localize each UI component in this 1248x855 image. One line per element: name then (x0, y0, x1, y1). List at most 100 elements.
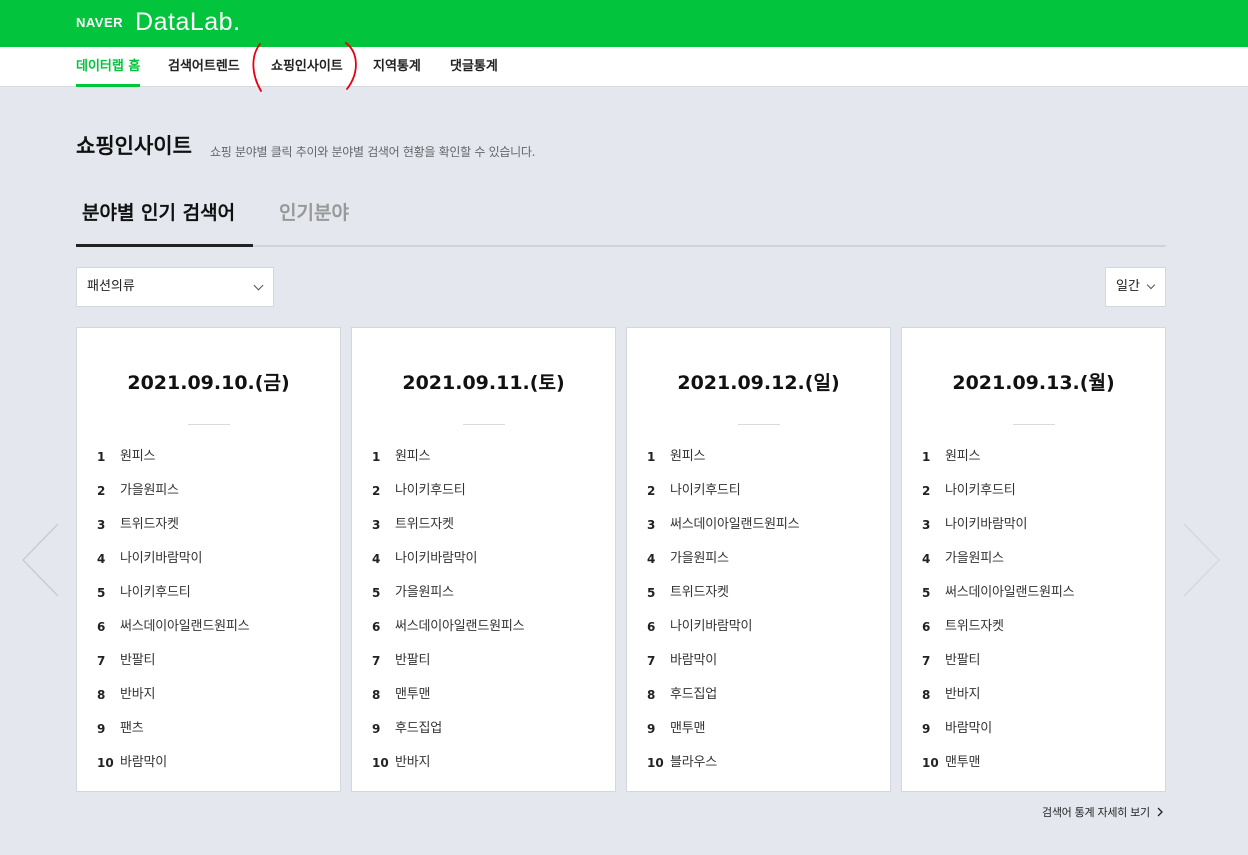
keyword-item[interactable]: 9 맨투맨 (647, 718, 799, 752)
keyword-item[interactable]: 3 트위드자켓 (372, 514, 524, 548)
more-link-label: 검색어 통계 자세히 보기 (1042, 806, 1150, 819)
keyword-item[interactable]: 3 써스데이아일랜드원피스 (647, 514, 800, 548)
keyword-item[interactable]: 4 가을원피스 (647, 548, 799, 582)
keyword-item[interactable]: 2 나이키후드티 (647, 480, 799, 514)
tab-popular-keywords[interactable]: 분야별 인기 검색어 (76, 188, 253, 247)
keyword-item[interactable]: 5 가을원피스 (372, 582, 524, 616)
logo-naver-text: NAVER (76, 15, 124, 30)
keyword-rank: 3 (647, 518, 656, 532)
card-date: 2021.09.13.(월) (952, 372, 1115, 394)
keyword-item[interactable]: 1 원피스 (372, 446, 524, 480)
keyword-item[interactable]: 4 가을원피스 (922, 548, 1074, 582)
page-title: 쇼핑인사이트 (76, 134, 192, 158)
keyword-rank: 2 (647, 484, 656, 498)
keyword-rank: 10 (372, 756, 389, 770)
category-select[interactable]: 패션의류 (76, 267, 274, 307)
keyword-item[interactable]: 4 나이키바람막이 (372, 548, 524, 582)
tab-popular-categories[interactable]: 인기분야 (279, 188, 349, 247)
keyword-item[interactable]: 1 원피스 (97, 446, 249, 480)
keyword-text: 후드집업 (395, 721, 443, 736)
keyword-text: 바람막이 (945, 721, 993, 736)
keyword-item[interactable]: 6 트위드자켓 (922, 616, 1074, 650)
keyword-item[interactable]: 9 바람막이 (922, 718, 1074, 752)
keyword-rank: 10 (922, 756, 939, 770)
keyword-rank: 1 (922, 450, 931, 464)
keyword-rank: 4 (97, 552, 106, 566)
keyword-item[interactable]: 10 반바지 (372, 752, 524, 786)
keyword-item[interactable]: 10 블라우스 (647, 752, 799, 786)
keyword-item[interactable]: 2 나이키후드티 (922, 480, 1074, 514)
keyword-item[interactable]: 2 나이키후드티 (372, 480, 524, 514)
keyword-item[interactable]: 10 맨투맨 (922, 752, 1074, 786)
keyword-item[interactable]: 10 바람막이 (97, 752, 249, 786)
keyword-item[interactable]: 3 트위드자켓 (97, 514, 249, 548)
keyword-rank: 6 (647, 620, 656, 634)
keyword-rank: 8 (647, 688, 656, 702)
keyword-item[interactable]: 6 나이키바람막이 (647, 616, 799, 650)
keyword-rank: 2 (922, 484, 931, 498)
keyword-rank: 5 (647, 586, 656, 600)
keyword-item[interactable]: 5 나이키후드티 (97, 582, 249, 616)
keyword-text: 나이키바람막이 (670, 619, 753, 634)
keyword-item[interactable]: 1 원피스 (922, 446, 1074, 480)
keyword-text: 맨투맨 (945, 755, 981, 770)
keyword-rank: 2 (372, 484, 381, 498)
keyword-item[interactable]: 7 바람막이 (647, 650, 799, 684)
keyword-item[interactable]: 1 원피스 (647, 446, 799, 480)
chevron-left-icon[interactable] (20, 520, 60, 600)
chevron-right-icon[interactable] (1182, 520, 1222, 600)
card-divider (463, 424, 505, 425)
search-stats-detail-link[interactable]: 검색어 통계 자세히 보기 (1042, 804, 1164, 820)
keyword-rank: 7 (97, 654, 106, 668)
keyword-text: 가을원피스 (395, 585, 454, 600)
keyword-rank: 9 (97, 722, 106, 736)
keyword-item[interactable]: 2 가을원피스 (97, 480, 249, 514)
keyword-item[interactable]: 9 후드집업 (372, 718, 524, 752)
keyword-text: 반팔티 (395, 653, 431, 668)
keyword-item[interactable]: 4 나이키바람막이 (97, 548, 249, 582)
keyword-rank: 3 (97, 518, 106, 532)
nav-item-regional-stats[interactable]: 지역통계 (373, 47, 421, 87)
keyword-item[interactable]: 7 반팔티 (372, 650, 524, 684)
naver-datalab-logo[interactable]: NAVER DataLab. (76, 8, 241, 37)
keyword-text: 바람막이 (120, 755, 168, 770)
ranking-card-1: 2021.09.10.(금) 1 원피스 2 가을원피스 3 트위드자켓 4 나이키바람막이 5… (76, 327, 341, 792)
card-date: 2021.09.10.(금) (127, 372, 290, 394)
keyword-item[interactable]: 8 반바지 (97, 684, 249, 718)
keyword-text: 팬츠 (120, 721, 144, 736)
ranking-card-2: 2021.09.11.(토) 1 원피스 2 나이키후드티 3 트위드자켓 4 나이키바람막이… (351, 327, 616, 792)
keyword-text: 트위드자켓 (945, 619, 1004, 634)
category-select-value: 패션의류 (87, 279, 135, 294)
keyword-item[interactable]: 6 써스데이아일랜드원피스 (372, 616, 525, 650)
keyword-text: 가을원피스 (120, 483, 179, 498)
keyword-item[interactable]: 8 후드집업 (647, 684, 799, 718)
keyword-item[interactable]: 3 나이키바람막이 (922, 514, 1074, 548)
keyword-item[interactable]: 5 트위드자켓 (647, 582, 799, 616)
keyword-rank: 8 (922, 688, 931, 702)
keyword-item[interactable]: 5 써스데이아일랜드원피스 (922, 582, 1075, 616)
nav-item-shopping-insight[interactable]: 쇼핑인사이트 (271, 47, 343, 87)
keyword-rank: 4 (647, 552, 656, 566)
keyword-text: 나이키바람막이 (120, 551, 203, 566)
keyword-text: 나이키후드티 (395, 483, 466, 498)
nav-item-comment-stats[interactable]: 댓글통계 (450, 47, 498, 87)
keyword-item[interactable]: 8 반바지 (922, 684, 1074, 718)
nav-item-search-trend[interactable]: 검색어트렌드 (168, 47, 240, 87)
keyword-item[interactable]: 6 써스데이아일랜드원피스 (97, 616, 250, 650)
ranking-card-4: 2021.09.13.(월) 1 원피스 2 나이키후드티 3 나이키바람막이 4 가을원피스… (901, 327, 1166, 792)
keyword-rank: 1 (647, 450, 656, 464)
keyword-text: 써스데이아일랜드원피스 (395, 619, 525, 634)
keyword-item[interactable]: 7 반팔티 (922, 650, 1074, 684)
keyword-item[interactable]: 7 반팔티 (97, 650, 249, 684)
keyword-text: 맨투맨 (670, 721, 706, 736)
keyword-item[interactable]: 9 팬츠 (97, 718, 249, 752)
nav-item-datalab-home[interactable]: 데이터랩 홈 (76, 47, 141, 87)
keyword-text: 트위드자켓 (670, 585, 729, 600)
period-select[interactable]: 일간 (1105, 267, 1166, 307)
keyword-rank: 3 (922, 518, 931, 532)
keyword-text: 나이키바람막이 (945, 517, 1028, 532)
keyword-item[interactable]: 8 맨투맨 (372, 684, 524, 718)
keyword-text: 반바지 (120, 687, 156, 702)
keyword-rank: 5 (922, 586, 931, 600)
logo-datalab-text: DataLab. (135, 8, 241, 36)
